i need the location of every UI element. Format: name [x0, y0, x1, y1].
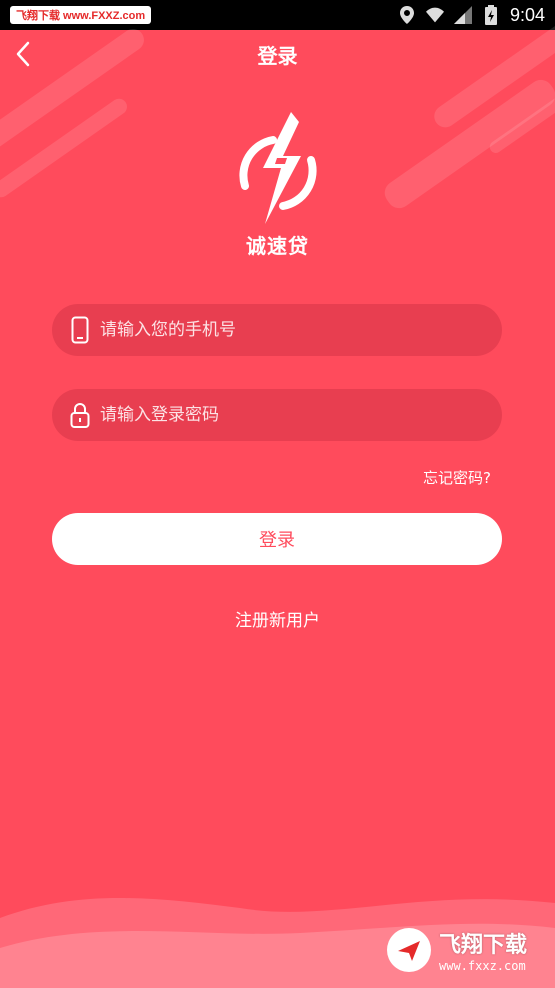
brand-name: 诚速贷 [246, 234, 309, 258]
bottom-watermark: 飞翔下载 www.fxxz.com [387, 920, 547, 980]
back-button[interactable] [8, 38, 38, 70]
lock-icon [68, 400, 92, 430]
status-bar: 飞翔下载 www.FXXZ.com 9:04 [0, 0, 555, 30]
chevron-left-icon [16, 41, 30, 67]
battery-icon [482, 5, 500, 25]
phone-field [52, 304, 502, 356]
top-watermark: 飞翔下载 www.FXXZ.com [10, 6, 152, 24]
top-watermark-text: 飞翔下载 www.FXXZ.com [16, 10, 146, 22]
status-icons: 9:04 [398, 5, 545, 26]
watermark-title: 飞翔下载 [439, 933, 528, 958]
login-button[interactable]: 登录 [52, 513, 502, 565]
signal-icon [453, 6, 472, 24]
lightning-logo-icon [233, 108, 323, 228]
page-title: 登录 [257, 43, 298, 68]
phone-icon [68, 315, 92, 345]
forgot-password-link[interactable]: 忘记密码? [423, 467, 491, 488]
password-input[interactable] [100, 389, 502, 441]
password-field [52, 389, 502, 441]
app-bar: 登录 [0, 30, 555, 78]
phone-input[interactable] [100, 304, 502, 356]
register-link[interactable]: 注册新用户 [0, 606, 555, 631]
watermark-logo-icon [387, 928, 431, 972]
status-time: 9:04 [509, 4, 545, 25]
watermark-url: www.fxxz.com [439, 959, 526, 973]
wifi-icon [425, 6, 444, 24]
location-icon [398, 6, 416, 24]
